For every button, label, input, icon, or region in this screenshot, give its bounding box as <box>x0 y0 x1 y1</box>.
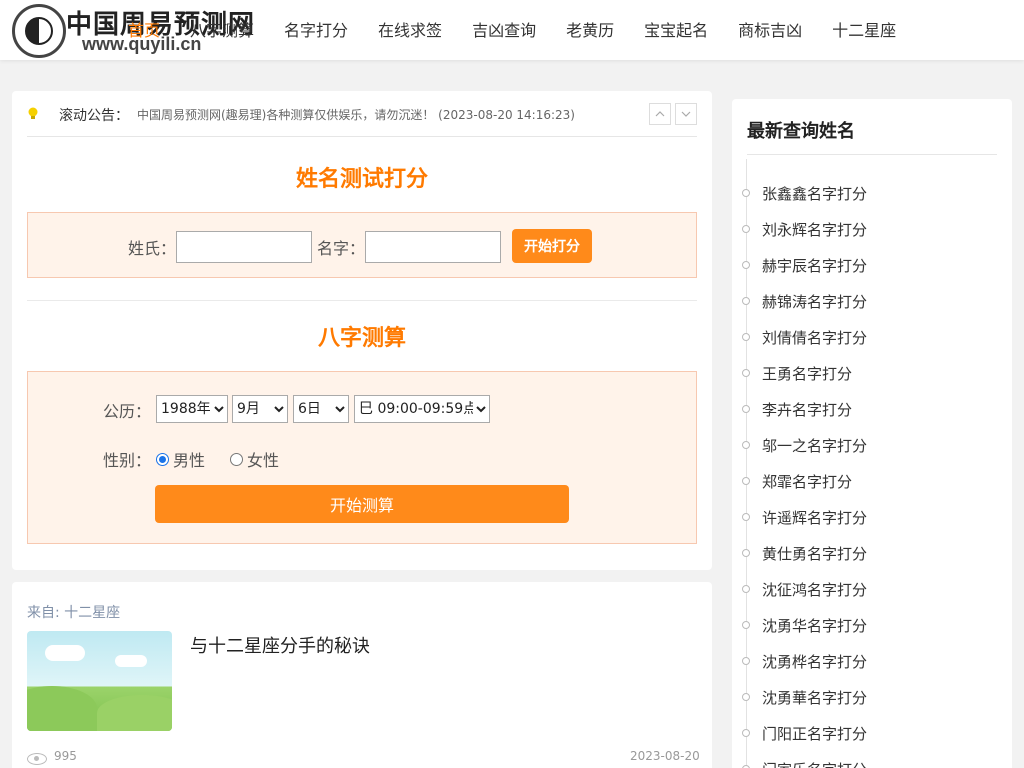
bullet-icon <box>742 549 750 557</box>
nav-item-fortune-query[interactable]: 吉凶查询 <box>472 18 536 44</box>
female-label: 女性 <box>247 451 280 470</box>
radio-checked-icon <box>156 452 169 466</box>
list-item[interactable]: 李卉名字打分 <box>742 397 852 421</box>
nav-item-trademark[interactable]: 商标吉凶 <box>738 18 802 44</box>
article-card: 来自: 十二星座 与十二星座分手的秘诀 995 2023-08-20 <box>12 582 712 768</box>
bullet-icon <box>742 441 750 449</box>
notice-text[interactable]: 中国周易预测网(趣易理)各种测算仅供娱乐，请勿沉迷！ (2023-08-20 1… <box>137 106 575 123</box>
eye-icon <box>27 753 47 765</box>
list-item[interactable]: 沈勇华名字打分 <box>742 613 867 637</box>
article-source[interactable]: 来自: 十二星座 <box>27 602 120 622</box>
list-item[interactable]: 赫锦涛名字打分 <box>742 289 867 313</box>
list-item[interactable]: 王勇名字打分 <box>742 361 852 385</box>
bullet-icon <box>742 513 750 521</box>
month-select[interactable]: 9月 <box>232 395 288 423</box>
sidebar-title: 最新查询姓名 <box>747 121 855 142</box>
bullet-icon <box>742 621 750 629</box>
bullet-icon <box>742 333 750 341</box>
day-select[interactable]: 6日 <box>293 395 349 423</box>
list-item[interactable]: 沈征鸿名字打分 <box>742 577 867 601</box>
list-item[interactable]: 赫宇辰名字打分 <box>742 253 867 277</box>
bullet-icon <box>742 585 750 593</box>
list-item[interactable]: 张鑫鑫名字打分 <box>742 181 867 205</box>
surname-label: 姓氏： <box>128 239 177 258</box>
bullet-icon <box>742 225 750 233</box>
nav-item-bazi[interactable]: 八字测算 <box>190 18 254 44</box>
bullet-icon <box>742 405 750 413</box>
bullet-icon <box>742 657 750 665</box>
article-views: 995 <box>54 749 77 763</box>
surname-input[interactable] <box>176 231 312 263</box>
list-item[interactable]: 沈勇桦名字打分 <box>742 649 867 673</box>
name-test-title: 姓名测试打分 <box>295 167 428 192</box>
nav-item-home[interactable]: 首页 <box>128 18 160 44</box>
nav-item-online-lot[interactable]: 在线求签 <box>378 18 442 44</box>
notice-bar: 滚动公告： 中国周易预测网(趣易理)各种测算仅供娱乐，请勿沉迷！ (2023-0… <box>27 91 697 137</box>
main-card: 滚动公告： 中国周易预测网(趣易理)各种测算仅供娱乐，请勿沉迷！ (2023-0… <box>12 91 712 570</box>
start-calc-button[interactable]: 开始测算 <box>155 485 569 523</box>
sidebar-card: 最新查询姓名 张鑫鑫名字打分 刘永辉名字打分 赫宇辰名字打分 赫锦涛名字打分 刘… <box>732 99 1012 768</box>
calendar-label: 公历： <box>103 402 152 421</box>
radio-unchecked-icon <box>230 452 243 466</box>
lightbulb-icon <box>28 107 38 119</box>
gender-label: 性别： <box>103 451 152 470</box>
start-score-button[interactable]: 开始打分 <box>512 229 592 263</box>
taiji-emblem-icon <box>12 4 66 58</box>
bullet-icon <box>742 729 750 737</box>
list-item[interactable]: 沈勇華名字打分 <box>742 685 867 709</box>
list-item[interactable]: 刘永辉名字打分 <box>742 217 867 241</box>
notice-prev-button[interactable] <box>649 103 671 125</box>
nav-item-baby-naming[interactable]: 宝宝起名 <box>644 18 708 44</box>
list-item[interactable]: 许遥辉名字打分 <box>742 505 867 529</box>
notice-label: 滚动公告： <box>59 108 129 124</box>
sidebar-divider <box>747 154 997 155</box>
nav-item-almanac[interactable]: 老黄历 <box>566 18 614 44</box>
nav-item-name-score[interactable]: 名字打分 <box>284 18 348 44</box>
timeline-track <box>746 159 747 768</box>
given-name-input[interactable] <box>365 231 501 263</box>
name-test-form: 姓氏： 名字： 开始打分 <box>27 212 697 278</box>
chevron-up-icon <box>655 111 665 117</box>
article-date: 2023-08-20 <box>630 749 700 763</box>
list-item[interactable]: 刘倩倩名字打分 <box>742 325 867 349</box>
list-item[interactable]: 郑霏名字打分 <box>742 469 852 493</box>
top-bar: 中国周易预测网 www.quyili.cn 首页 八字测算 名字打分 在线求签 … <box>0 0 1024 60</box>
section-divider <box>27 300 697 301</box>
bullet-icon <box>742 477 750 485</box>
bullet-icon <box>742 261 750 269</box>
list-item[interactable]: 邬一之名字打分 <box>742 433 867 457</box>
bullet-icon <box>742 369 750 377</box>
notice-next-button[interactable] <box>675 103 697 125</box>
list-item[interactable]: 门家乐名字打分 <box>742 757 867 768</box>
bazi-form: 公历： 1988年 9月 6日 巳 09:00-09:59点 性别： 男性 女性… <box>27 371 697 544</box>
main-nav: 首页 八字测算 名字打分 在线求签 吉凶查询 老黄历 宝宝起名 商标吉凶 十二星… <box>128 18 926 44</box>
list-item[interactable]: 黄仕勇名字打分 <box>742 541 867 565</box>
list-item[interactable]: 门阳正名字打分 <box>742 721 867 745</box>
male-label: 男性 <box>173 451 206 470</box>
article-thumbnail[interactable] <box>27 631 172 731</box>
chevron-down-icon <box>681 111 691 117</box>
year-select[interactable]: 1988年 <box>156 395 228 423</box>
bazi-title: 八字测算 <box>317 326 406 351</box>
bullet-icon <box>742 189 750 197</box>
hour-select[interactable]: 巳 09:00-09:59点 <box>354 395 490 423</box>
nav-item-zodiac[interactable]: 十二星座 <box>832 18 896 44</box>
bullet-icon <box>742 297 750 305</box>
gender-male-radio[interactable]: 男性 <box>156 447 205 471</box>
gender-female-radio[interactable]: 女性 <box>230 447 279 471</box>
given-name-label: 名字： <box>317 239 366 258</box>
bullet-icon <box>742 693 750 701</box>
article-title[interactable]: 与十二星座分手的秘诀 <box>190 632 370 658</box>
